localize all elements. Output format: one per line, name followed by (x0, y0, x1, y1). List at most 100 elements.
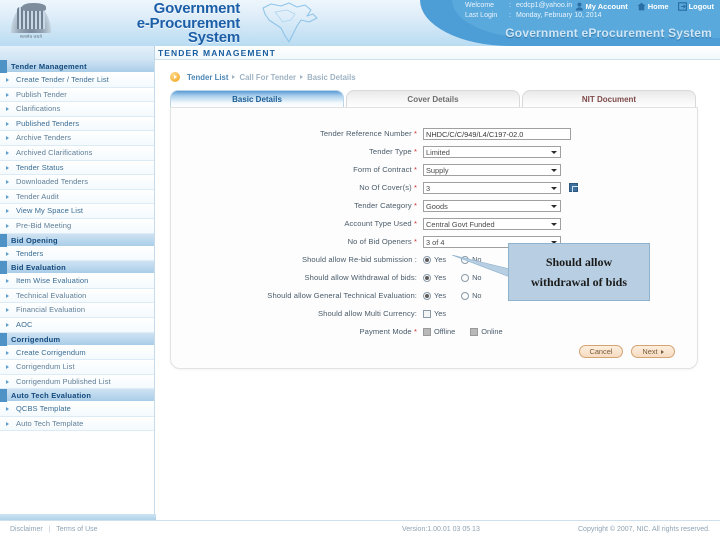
select-form-of-contract[interactable]: Supply (423, 163, 561, 176)
sidebar-item-archive-tenders[interactable]: Archive Tenders (0, 131, 154, 146)
checkbox-should-allow-multi-currency[interactable] (423, 309, 431, 318)
chevron-right-icon (0, 88, 14, 102)
sidebar-item-label: Published Tenders (16, 118, 80, 128)
radio-label-no: No (472, 291, 482, 301)
chevron-right-icon (0, 73, 14, 87)
sidebar-item-label: Tenders (16, 248, 44, 258)
select-tender-category[interactable]: Goods (423, 199, 561, 212)
tab-cover-details[interactable]: Cover Details (346, 90, 520, 108)
sidebar-item-qcbs-template[interactable]: QCBS Template (0, 402, 154, 417)
module-bar (0, 46, 720, 60)
breadcrumb: Tender List Call For Tender Basic Detail… (170, 72, 356, 82)
breadcrumb-item-tender-list[interactable]: Tender List (187, 73, 228, 82)
radio-should-allow-re-bid-submission-yes[interactable] (423, 255, 431, 264)
basic-details-form: Tender Reference Number * NHDC/C/C/949/L4… (171, 126, 699, 342)
sidebar-item-label: Archived Clarifications (16, 147, 93, 157)
india-map-icon (245, 0, 325, 46)
sidebar-section-label: Bid Opening (11, 235, 58, 245)
sidebar-section-auto-tech-evaluation: Auto Tech Evaluation (0, 389, 154, 403)
input-tender-reference-number[interactable]: NHDC/C/C/949/L4/C197-02.0 (423, 127, 571, 140)
radio-should-allow-general-technical-evaluation-yes[interactable] (423, 291, 431, 300)
sidebar-item-technical-evaluation[interactable]: Technical Evaluation (0, 288, 154, 304)
chevron-right-icon (0, 375, 14, 389)
sidebar-item-financial-evaluation[interactable]: Financial Evaluation (0, 303, 154, 318)
chevron-right-icon (0, 161, 14, 175)
sidebar-item-corrigendum-published-list[interactable]: Corrigendum Published List (0, 374, 154, 390)
field-label-no-of-cover-s: No Of Cover(s) * (171, 183, 423, 192)
checkbox-payment-online[interactable] (470, 327, 479, 336)
field-label-text: No of Bid Openers (347, 237, 412, 247)
checkbox-label: Yes (434, 309, 447, 319)
sidebar-item-clarifications[interactable]: Clarifications (0, 102, 154, 117)
sidebar-item-label: Corrigendum Published List (16, 376, 111, 386)
form-row-tender-reference-number: Tender Reference Number * NHDC/C/C/949/L4… (171, 126, 699, 142)
chevron-right-icon (0, 303, 14, 317)
module-bar-left-spacer (0, 46, 155, 60)
sidebar-item-label: Tender Audit (16, 191, 59, 201)
terms-of-use-link[interactable]: Terms of Use (56, 526, 97, 533)
sidebar-item-label: Publish Tender (16, 89, 67, 99)
tab-basic-details[interactable]: Basic Details (170, 90, 344, 108)
sidebar-item-corrigendum-list[interactable]: Corrigendum List (0, 360, 154, 375)
sidebar-item-tender-status[interactable]: Tender Status (0, 160, 154, 176)
select-no-of-cover-s[interactable]: 3 (423, 181, 561, 194)
chevron-right-icon (0, 102, 14, 116)
sidebar-item-downloaded-tenders[interactable]: Downloaded Tenders (0, 175, 154, 190)
sidebar-item-publish-tender[interactable]: Publish Tender (0, 87, 154, 103)
sidebar-item-pre-bid-meeting[interactable]: Pre-Bid Meeting (0, 218, 154, 234)
required-asterisk: * (411, 201, 417, 211)
checkbox-label-online: Online (481, 327, 503, 337)
radio-should-allow-general-technical-evaluation-no[interactable] (461, 291, 470, 300)
chevron-right-icon (0, 204, 14, 218)
sidebar-section-marker (0, 60, 7, 73)
checkbox-group-should-allow-multi-currency: Yes (423, 309, 446, 318)
select-account-type-used[interactable]: Central Govt Funded (423, 217, 561, 230)
chevron-right-icon (0, 219, 14, 233)
cancel-button[interactable]: Cancel (579, 345, 623, 358)
sidebar-section-corrigendum: Corrigendum (0, 332, 154, 346)
chevron-right-icon (0, 417, 14, 431)
required-asterisk: * (411, 129, 417, 139)
tab-nit-document[interactable]: NIT Document (522, 90, 696, 108)
field-label-text: Account Type Used (344, 219, 412, 229)
sidebar-section-bid-evaluation: Bid Evaluation (0, 261, 154, 275)
annotation-callout: Should allow withdrawal of bids (508, 243, 650, 301)
sidebar-item-item-wise-evaluation[interactable]: Item Wise Evaluation (0, 274, 154, 289)
lastlogin-value: Monday, February 10, 2014 (516, 12, 602, 19)
sidebar-item-view-my-space-list[interactable]: View My Space List (0, 204, 154, 219)
home-icon (637, 2, 646, 11)
field-control-payment-mode: Offline Online (423, 327, 503, 336)
logout-link[interactable]: Logout (677, 2, 714, 11)
radio-should-allow-withdrawal-of-bids-yes[interactable] (423, 273, 431, 282)
sidebar-item-label: Corrigendum List (16, 362, 75, 372)
sidebar-item-create-corrigendum[interactable]: Create Corrigendum (0, 345, 154, 361)
select-tender-type[interactable]: Limited (423, 145, 561, 158)
sidebar-item-auto-tech-template[interactable]: Auto Tech Template (0, 416, 154, 432)
chevron-right-icon (0, 346, 14, 360)
sidebar-item-label: Item Wise Evaluation (16, 276, 89, 286)
callout-line-1: Should allow (545, 254, 613, 269)
help-icon[interactable] (569, 183, 578, 193)
disclaimer-link[interactable]: Disclaimer (10, 526, 43, 533)
brand-line-3: System (187, 29, 240, 46)
next-button[interactable]: Next (631, 345, 675, 358)
sidebar-item-aoc[interactable]: AOC (0, 317, 154, 333)
chevron-right-icon (0, 175, 14, 189)
home-link[interactable]: Home (637, 2, 669, 11)
sidebar-item-archived-clarifications[interactable]: Archived Clarifications (0, 145, 154, 161)
sidebar-section-label: Auto Tech Evaluation (11, 391, 92, 401)
sidebar-item-create-tender-tender-list[interactable]: Create Tender / Tender List (0, 73, 154, 88)
sidebar-item-tenders[interactable]: Tenders (0, 246, 154, 262)
form-action-buttons: Cancel Next (579, 345, 675, 358)
my-account-link[interactable]: My Account (575, 2, 628, 11)
breadcrumb-item-call-for-tender[interactable]: Call For Tender (239, 73, 296, 82)
field-label-should-allow-multi-currency: Should allow Multi Currency: (171, 309, 423, 318)
breadcrumb-arrow-icon (170, 72, 180, 82)
form-row-no-of-cover-s: No Of Cover(s) * 3 (171, 180, 699, 196)
field-label-text: Tender Type (368, 147, 412, 157)
sidebar-item-published-tenders[interactable]: Published Tenders (0, 116, 154, 132)
chevron-right-icon (0, 146, 14, 160)
breadcrumb-item-basic-details: Basic Details (307, 72, 356, 82)
sidebar-item-tender-audit[interactable]: Tender Audit (0, 189, 154, 205)
checkbox-payment-offline[interactable] (423, 327, 431, 336)
